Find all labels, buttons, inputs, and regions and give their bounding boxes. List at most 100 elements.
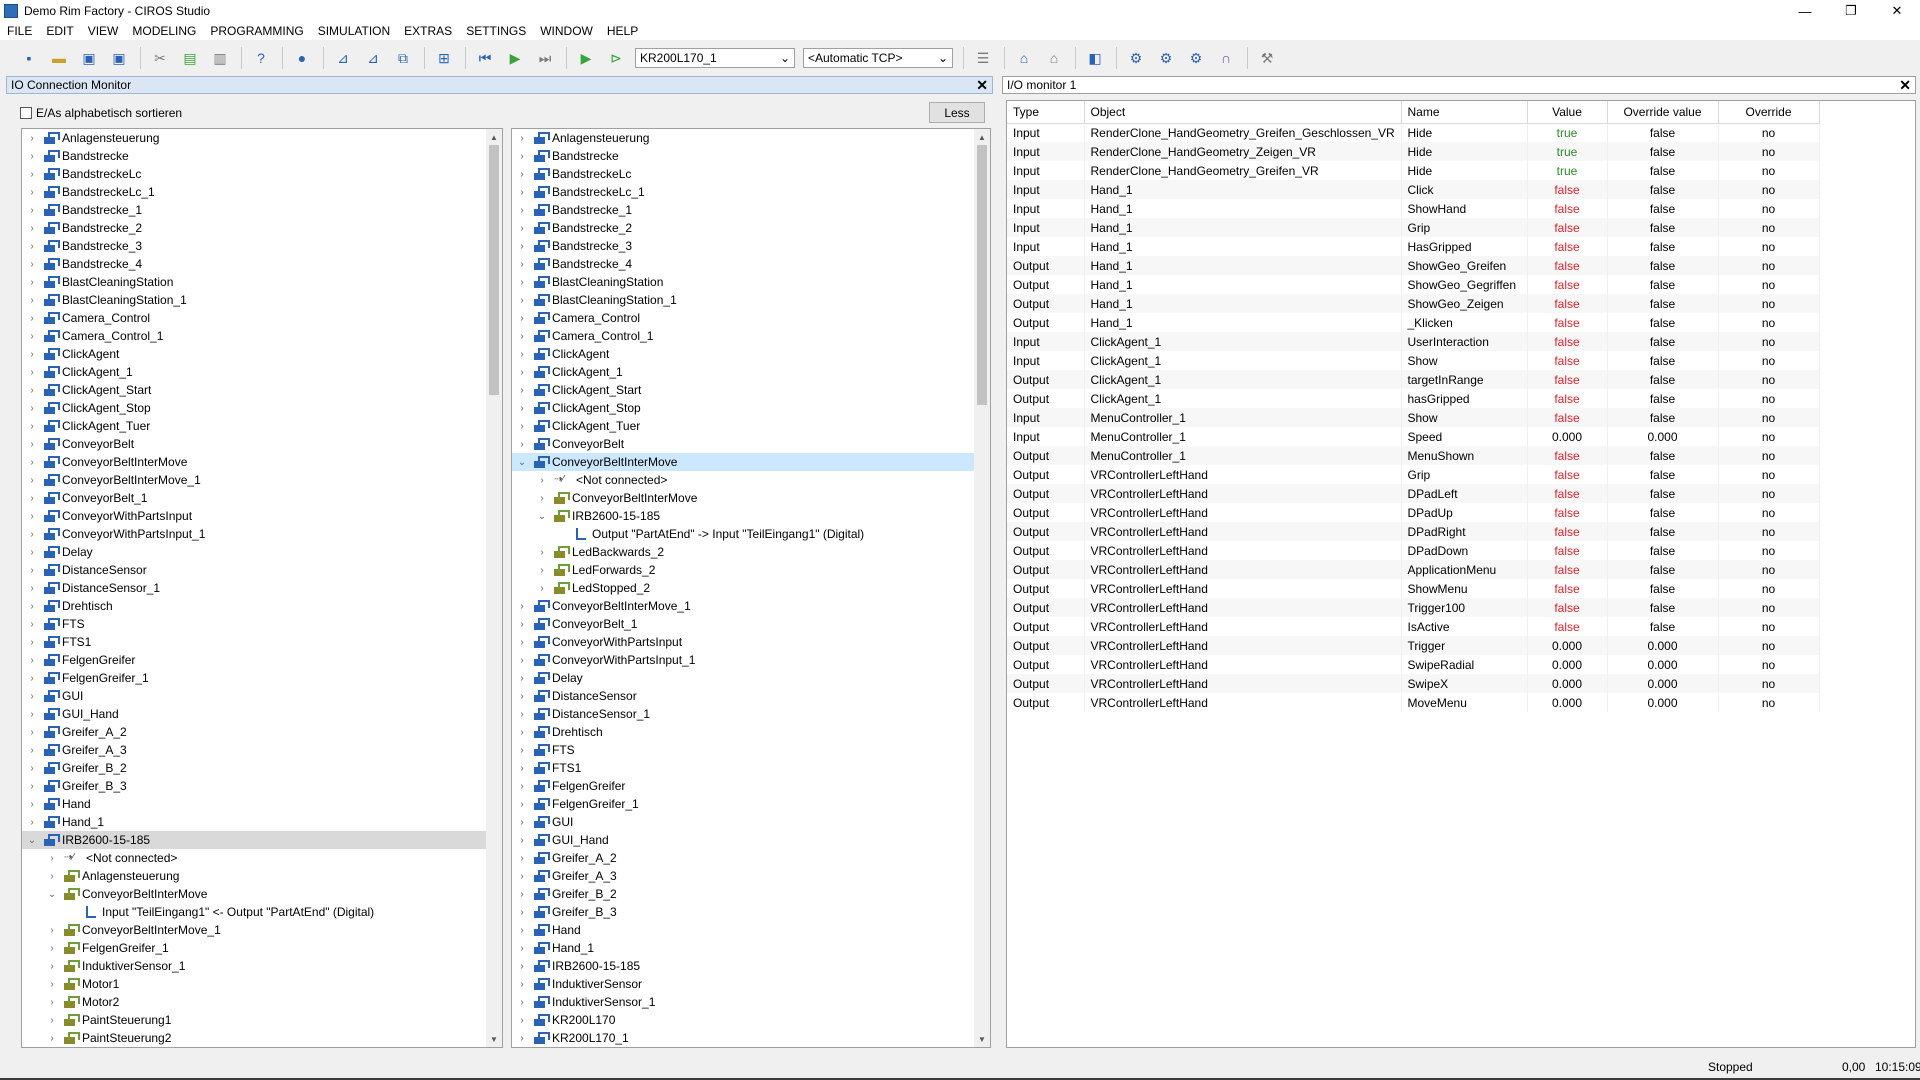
chevron-right-icon[interactable]: ›: [26, 745, 38, 756]
tree-item[interactable]: › Greifer_A_3: [22, 741, 502, 759]
tree-item[interactable]: ⌄ IRB2600-15-185: [22, 831, 502, 849]
tree-item[interactable]: › LedBackwards_2: [512, 543, 990, 561]
cell-override[interactable]: no: [1718, 313, 1820, 332]
chevron-right-icon[interactable]: ›: [516, 817, 528, 828]
table-row[interactable]: Output ClickAgent_1 targetInRange false fals…: [1007, 370, 1820, 389]
target-tree-scrollbar[interactable]: ▲ ▼: [974, 129, 990, 1047]
chevron-down-icon[interactable]: ⌄: [26, 835, 38, 846]
tree-item[interactable]: › ConveyorBelt_1: [22, 489, 502, 507]
cell-override[interactable]: no: [1718, 332, 1820, 351]
new-file-icon[interactable]: ▪: [18, 47, 40, 69]
cell-override-value[interactable]: false: [1607, 408, 1719, 427]
tree-item[interactable]: › Hand: [512, 921, 990, 939]
tree-item[interactable]: › ClickAgent_1: [512, 363, 990, 381]
cell-override[interactable]: no: [1718, 389, 1820, 408]
copy-icon[interactable]: ▤: [179, 47, 201, 69]
chevron-right-icon[interactable]: ›: [516, 385, 528, 396]
cell-override-value[interactable]: false: [1607, 313, 1719, 332]
chevron-right-icon[interactable]: ›: [26, 709, 38, 720]
tree-item[interactable]: › InduktiverSensor_1: [22, 957, 502, 975]
tree-item[interactable]: › ConveyorBeltInterMove_1: [22, 471, 502, 489]
chevron-right-icon[interactable]: ›: [46, 1015, 58, 1026]
tree-item[interactable]: › Bandstrecke_3: [512, 237, 990, 255]
axis-tcp-icon[interactable]: ⊿: [362, 47, 384, 69]
tree-item[interactable]: › BandstreckeLc_1: [512, 183, 990, 201]
table-row[interactable]: Output VRControllerLeftHand DPadDown false f…: [1007, 541, 1820, 560]
tree-item[interactable]: › ConveyorWithPartsInput_1: [512, 651, 990, 669]
tree-item[interactable]: › Bandstrecke_4: [512, 255, 990, 273]
axis-icon[interactable]: ⊿: [332, 47, 354, 69]
cell-override[interactable]: no: [1718, 123, 1820, 142]
chevron-right-icon[interactable]: ›: [516, 691, 528, 702]
tree-item[interactable]: › InduktiverSensor_1: [512, 993, 990, 1011]
table-row[interactable]: Input RenderClone_HandGeometry_Greifen_VR…: [1007, 161, 1820, 180]
chevron-right-icon[interactable]: ›: [26, 511, 38, 522]
tree-item[interactable]: › IRB2600-15-185: [512, 957, 990, 975]
cell-override-value[interactable]: false: [1607, 199, 1719, 218]
cell-override-value[interactable]: false: [1607, 617, 1719, 636]
cell-override[interactable]: no: [1718, 218, 1820, 237]
table-row[interactable]: Input ClickAgent_1 Show false false no: [1007, 351, 1820, 370]
chevron-right-icon[interactable]: ›: [516, 187, 528, 198]
grid-icon[interactable]: ⊞: [433, 47, 455, 69]
chevron-right-icon[interactable]: ›: [516, 925, 528, 936]
tree-item[interactable]: › Anlagensteuerung: [512, 129, 990, 147]
chevron-right-icon[interactable]: ›: [26, 691, 38, 702]
cell-override[interactable]: no: [1718, 503, 1820, 522]
tree-item[interactable]: › GUI: [512, 813, 990, 831]
chevron-right-icon[interactable]: ›: [516, 655, 528, 666]
target-tree[interactable]: › Anlagensteuerung › Bandstrecke › Bandstreck…: [511, 128, 991, 1048]
column-name[interactable]: Name: [1401, 101, 1528, 124]
tree-item[interactable]: › LedForwards_2: [512, 561, 990, 579]
chevron-right-icon[interactable]: ›: [516, 907, 528, 918]
tree-item[interactable]: › Anlagensteuerung: [22, 129, 502, 147]
column-value[interactable]: Value: [1527, 101, 1608, 124]
tree-item[interactable]: › FelgenGreifer: [512, 777, 990, 795]
tree-item[interactable]: › Anlagensteuerung: [22, 867, 502, 885]
tree-item[interactable]: › BlastCleaningStation: [22, 273, 502, 291]
chevron-right-icon[interactable]: ›: [516, 223, 528, 234]
tree-item[interactable]: › KR200L170_1: [512, 1029, 990, 1047]
menu-view[interactable]: VIEW: [81, 24, 126, 38]
chevron-right-icon[interactable]: ›: [26, 313, 38, 324]
tree-item[interactable]: › ⇢⁄ <Not connected>: [512, 471, 990, 489]
chevron-right-icon[interactable]: ›: [516, 763, 528, 774]
chevron-right-icon[interactable]: ›: [516, 295, 528, 306]
column-type[interactable]: Type: [1007, 101, 1085, 124]
chevron-right-icon[interactable]: ›: [46, 943, 58, 954]
tree-item[interactable]: › Hand_1: [512, 939, 990, 957]
cell-override-value[interactable]: false: [1607, 579, 1719, 598]
menu-file[interactable]: FILE: [0, 24, 39, 38]
tree-item[interactable]: › Greifer_A_3: [512, 867, 990, 885]
table-row[interactable]: Input Hand_1 ShowHand false false no: [1007, 199, 1820, 218]
cell-override-value[interactable]: false: [1607, 275, 1719, 294]
chevron-right-icon[interactable]: ›: [516, 961, 528, 972]
scroll-thumb[interactable]: [489, 145, 499, 395]
chevron-right-icon[interactable]: ›: [536, 475, 548, 486]
teach-world-icon[interactable]: ⚙: [1185, 47, 1207, 69]
tree-item[interactable]: › FelgenGreifer_1: [22, 939, 502, 957]
tree-item[interactable]: › ⇢⁄ <Not connected>: [22, 849, 502, 867]
chevron-right-icon[interactable]: ›: [26, 601, 38, 612]
chevron-right-icon[interactable]: ›: [26, 547, 38, 558]
tree-item[interactable]: › GUI_Hand: [22, 705, 502, 723]
chevron-right-icon[interactable]: ›: [26, 655, 38, 666]
tree-item[interactable]: › Motor1: [22, 975, 502, 993]
open-folder-icon[interactable]: ▬: [48, 47, 70, 69]
tree-item[interactable]: › Camera_Control: [512, 309, 990, 327]
chevron-right-icon[interactable]: ›: [26, 349, 38, 360]
column-override[interactable]: Override: [1718, 101, 1820, 124]
tree-item[interactable]: › FTS1: [22, 633, 502, 651]
tree-item[interactable]: › Drehtisch: [512, 723, 990, 741]
tree-item[interactable]: › ClickAgent_Start: [512, 381, 990, 399]
table-icon[interactable]: ☰: [972, 47, 994, 69]
cell-override-value[interactable]: false: [1607, 161, 1719, 180]
tree-item[interactable]: › PaintSteuerung2: [22, 1029, 502, 1047]
cell-override[interactable]: no: [1718, 237, 1820, 256]
table-row[interactable]: Input MenuController_1 Speed 0.000 0.000 no: [1007, 427, 1820, 446]
tree-item[interactable]: › ClickAgent: [22, 345, 502, 363]
globe-icon[interactable]: ●: [291, 47, 313, 69]
cell-override[interactable]: no: [1718, 693, 1820, 712]
chevron-right-icon[interactable]: ›: [536, 565, 548, 576]
tree-item[interactable]: › BlastCleaningStation_1: [512, 291, 990, 309]
